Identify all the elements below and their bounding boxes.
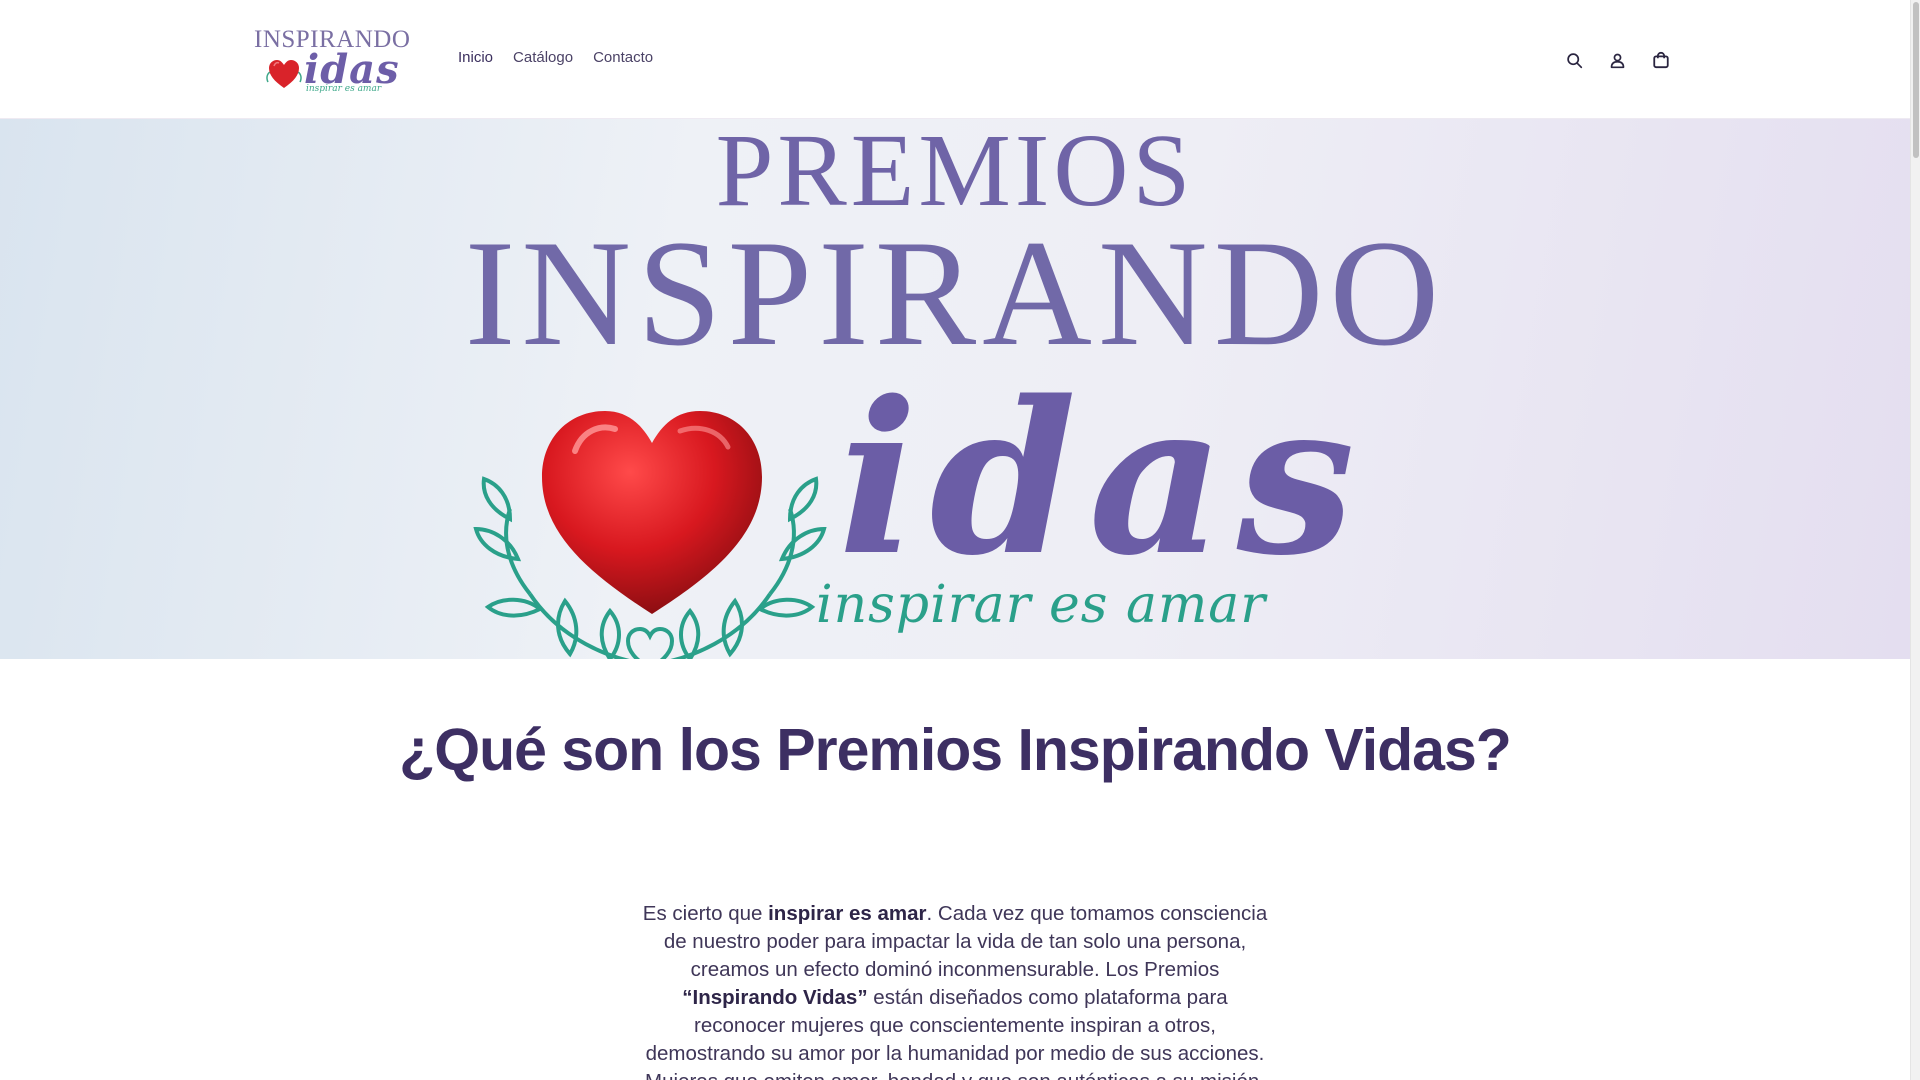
intro-bold-1: inspirar es amar: [768, 902, 927, 925]
logo-heart-icon: [266, 60, 302, 88]
scrollbar-thumb[interactable]: [1913, 2, 1919, 158]
hero-tagline: inspirar es amar: [816, 575, 1267, 635]
account-button[interactable]: [1596, 48, 1639, 72]
search-icon: [1567, 52, 1583, 68]
nav-item-inicio[interactable]: Inicio: [458, 49, 493, 66]
main-nav: Inicio Catálogo Contacto: [458, 49, 653, 66]
logo-tagline: inspirar es amar: [306, 84, 382, 94]
nav-item-catalogo[interactable]: Catálogo: [513, 49, 573, 66]
site-header: INSPIRANDO idas inspirar es amar Inicio …: [0, 0, 1910, 119]
hero-word-idas: idas: [838, 355, 1367, 602]
intro-bold-2: “Inspirando Vidas”: [682, 986, 868, 1009]
nav-item-contacto[interactable]: Contacto: [593, 49, 653, 66]
site-logo[interactable]: INSPIRANDO idas inspirar es amar: [252, 24, 410, 96]
hero-line-premios: PREMIOS: [715, 119, 1195, 228]
intro-paragraph: Es cierto que inspirar es amar. Cada vez…: [640, 900, 1270, 1080]
hero-line-inspirando: INSPIRANDO: [464, 209, 1446, 377]
search-button[interactable]: [1553, 48, 1596, 72]
cart-icon: [1652, 51, 1669, 69]
page-scrollbar[interactable]: [1910, 0, 1920, 1080]
header-icons: [1553, 48, 1682, 72]
account-icon: [1610, 53, 1625, 68]
intro-text-1: Es cierto que: [642, 902, 769, 925]
heart-icon: [473, 411, 827, 659]
hero-banner: PREMIOS INSPIRANDO idas inspirar es amar: [0, 119, 1910, 659]
cart-button[interactable]: [1639, 48, 1682, 72]
section-title: ¿Qué son los Premios Inspirando Vidas?: [399, 717, 1512, 783]
